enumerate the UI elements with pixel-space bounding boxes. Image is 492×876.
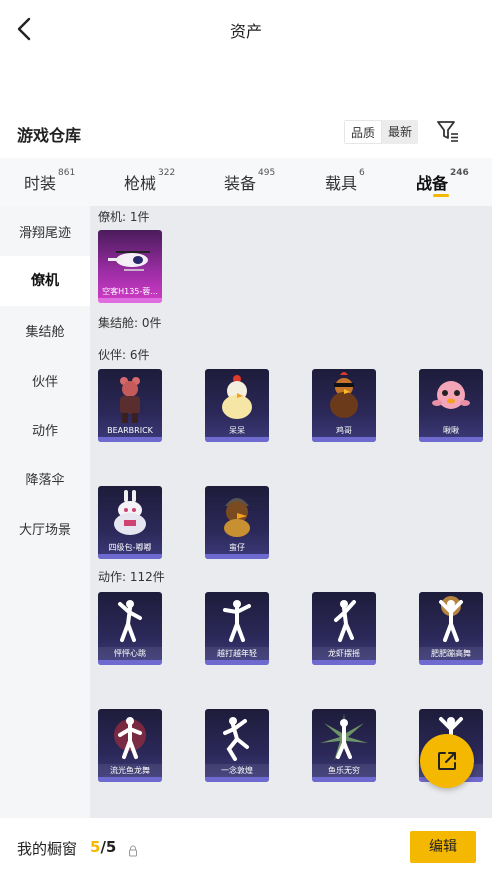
edit-button[interactable]: 编辑 [410,831,476,863]
item-grid: 僚机: 1件 空客H135-蓉... 集结舱: 0件 伙伴: 6件 BEARBR… [90,206,492,818]
rooster-icon [312,369,376,427]
item-caption: 肥肥蹦高舞 [419,647,483,660]
item-card-emote[interactable]: 流光鱼龙舞 [98,709,162,782]
item-card-emote[interactable]: 鱼乐无穷 [312,709,376,782]
item-caption: 怦怦心跳 [98,647,162,660]
chick-icon [205,369,269,427]
dancer-burst-icon [419,592,483,650]
item-caption: 蛮仔 [229,543,245,552]
sidebar-item-glide-trail[interactable]: 滑翔尾迹 [0,222,90,244]
dancer-icon [312,592,376,650]
item-card-partner[interactable]: 鸡哥 [312,369,376,442]
tab-equipment[interactable]: 装备495 [224,168,275,194]
item-card-partner[interactable]: 呆呆 [205,369,269,442]
sort-latest-button[interactable]: 最新 [382,120,419,144]
item-card-emote[interactable]: 一念敦煌 [205,709,269,782]
section-label-emote: 动作: 112件 [98,570,165,584]
item-caption: 越打越年轻 [205,647,269,660]
tab-vehicles[interactable]: 载具6 [325,168,365,194]
showcase-label: 我的橱窗 [17,840,78,858]
item-card-emote[interactable]: 怦怦心跳 [98,592,162,665]
bearbrick-icon [98,369,162,427]
showcase-footer: 我的橱窗 5/5 编辑 [0,818,492,876]
item-card-emote[interactable]: 肥肥蹦高舞 [419,592,483,665]
item-card-partner[interactable]: 啾啾 [419,369,483,442]
item-caption: 啾啾 [443,426,459,435]
sidebar-item-parachute[interactable]: 降落伞 [0,469,90,491]
bunny-robot-icon [98,486,162,544]
item-caption: 呆呆 [229,426,245,435]
item-caption: 鸡哥 [336,426,352,435]
share-button[interactable] [420,734,474,788]
section-label-partner: 伙伴: 6件 [98,348,150,362]
dancer-icon [98,709,162,767]
sidebar-item-wingman[interactable]: 僚机 [0,256,90,306]
section-label-wingman: 僚机: 1件 [98,210,150,224]
item-caption: 一念敦煌 [205,764,269,777]
dancer-icon [205,709,269,767]
dancer-icon [205,592,269,650]
section-label-pod: 集结舱: 0件 [98,316,162,330]
warehouse-header: 游戏仓库 品质 最新 [0,116,492,150]
sidebar-item-partner[interactable]: 伙伴 [0,371,90,393]
item-caption: 龙虾摆摇 [312,647,376,660]
sort-toggle: 品质 最新 [344,120,419,144]
item-card-partner[interactable]: 蛮仔 [205,486,269,559]
item-card-wingman[interactable]: 空客H135-蓉... [98,230,162,303]
item-caption: 四级包-嘟嘟 [108,543,152,552]
duck-helmet-icon [205,486,269,544]
item-caption: 流光鱼龙舞 [98,764,162,777]
filter-icon[interactable] [436,118,460,144]
item-card-emote[interactable]: 龙虾摆摇 [312,592,376,665]
tab-war-prep[interactable]: 战备246 [416,168,469,194]
sort-quality-button[interactable]: 品质 [344,120,383,144]
showcase-count: 5/5 [90,838,117,856]
dancer-icon [98,592,162,650]
item-caption: 鱼乐无穷 [312,764,376,777]
sidebar-item-pod[interactable]: 集结舱 [0,321,90,343]
top-bar: 资产 [0,0,492,58]
item-card-partner[interactable]: 四级包-嘟嘟 [98,486,162,559]
helicopter-icon [98,230,162,288]
pink-bird-icon [419,369,483,427]
sidebar: 滑翔尾迹 僚机 集结舱 伙伴 动作 降落伞 大厅场景 [0,206,90,818]
item-caption: BEARBRICK [107,426,153,435]
external-link-icon [438,752,456,770]
page-title: 资产 [229,22,262,41]
item-caption: 空客H135-蓉... [102,287,158,296]
item-card-partner[interactable]: BEARBRICK [98,369,162,442]
tab-guns[interactable]: 枪械322 [124,168,175,194]
tab-fashion[interactable]: 时装861 [24,168,75,194]
lock-icon [128,842,138,857]
sidebar-item-lobby-scene[interactable]: 大厅场景 [0,519,90,541]
category-tabs: 时装861 枪械322 装备495 载具6 战备246 [0,158,492,206]
item-card-emote[interactable]: 越打越年轻 [205,592,269,665]
sidebar-item-emote[interactable]: 动作 [0,420,90,442]
dancer-burst-icon [312,709,376,767]
warehouse-title: 游戏仓库 [17,126,82,145]
active-tab-indicator [433,194,449,197]
